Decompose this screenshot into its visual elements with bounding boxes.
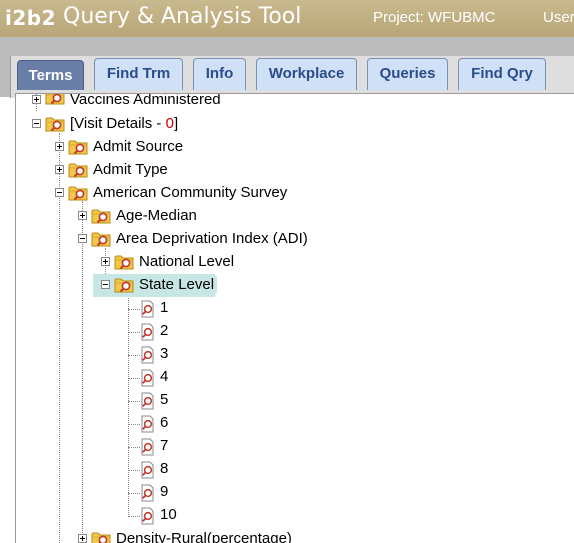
tree-node-vaccines[interactable]: Vaccines Administered — [67, 93, 224, 110]
tree-node-visit-details[interactable]: [Visit Details - 0] — [67, 114, 181, 134]
tab-queries[interactable]: Queries — [367, 58, 448, 90]
user-label[interactable]: User — [543, 9, 574, 26]
node-label: Admit Source — [93, 138, 184, 155]
tree-node-admit-source[interactable]: Admit Source — [90, 137, 186, 157]
tab-workplace[interactable]: Workplace — [256, 58, 357, 90]
expand-icon[interactable] — [78, 211, 87, 220]
folder-search-icon — [114, 276, 136, 294]
leaf-search-icon — [139, 438, 155, 456]
leaf-search-icon — [139, 300, 155, 318]
expand-icon[interactable] — [101, 257, 110, 266]
tree-leaf-10[interactable]: 10 — [157, 505, 180, 525]
leaf-label: 2 — [160, 322, 169, 339]
terms-panel: Terms Find Trm Info Workplace Queries Fi… — [10, 56, 574, 98]
tree-leaf-7[interactable]: 7 — [157, 436, 171, 456]
node-count: 0 — [165, 115, 174, 132]
tree-node-age-median[interactable]: Age-Median — [113, 206, 200, 226]
node-label: Admit Type — [93, 161, 168, 178]
folder-search-icon — [68, 161, 90, 179]
collapse-icon[interactable] — [55, 188, 64, 197]
node-label: Vaccines Administered — [70, 93, 221, 108]
tree-leaf-4[interactable]: 4 — [157, 367, 171, 387]
project-label: Project: WFUBMC — [373, 9, 496, 26]
leaf-search-icon — [139, 369, 155, 387]
leaf-label: 3 — [160, 345, 169, 362]
tree-line — [82, 201, 83, 543]
folder-search-icon — [114, 253, 136, 271]
ontology-tree[interactable]: Vaccines Administered [Visit Details - 0… — [15, 93, 574, 543]
expand-icon[interactable] — [32, 95, 41, 104]
leaf-search-icon — [139, 507, 155, 525]
tree-node-national-level[interactable]: National Level — [136, 252, 237, 272]
tree-leaf-2[interactable]: 2 — [157, 321, 171, 341]
leaf-label: 8 — [160, 460, 169, 477]
tree-leaf-6[interactable]: 6 — [157, 413, 171, 433]
tree-leaf-8[interactable]: 8 — [157, 459, 171, 479]
folder-search-icon — [68, 138, 90, 156]
leaf-search-icon — [139, 415, 155, 433]
tab-find-queries[interactable]: Find Qry — [458, 58, 546, 90]
folder-search-icon — [45, 115, 67, 133]
folder-search-icon — [45, 93, 67, 106]
node-label: State Level — [136, 276, 218, 293]
leaf-search-icon — [139, 392, 155, 410]
folder-search-icon — [68, 184, 90, 202]
node-label: National Level — [139, 253, 235, 270]
leaf-label: 1 — [160, 299, 169, 316]
node-label: Age-Median — [116, 207, 197, 224]
node-label: Density-Rural(percentage) — [116, 530, 292, 543]
tab-info[interactable]: Info — [193, 58, 246, 90]
leaf-label: 4 — [160, 368, 169, 385]
node-label: American Community Survey — [93, 184, 288, 201]
tree-node-state-level[interactable]: State Level — [136, 275, 218, 295]
collapse-icon[interactable] — [32, 119, 41, 128]
folder-search-icon — [91, 207, 113, 225]
app-logo: i2b2 — [5, 6, 57, 30]
leaf-label: 6 — [160, 414, 169, 431]
leaf-label: 5 — [160, 391, 169, 408]
tree-leaf-9[interactable]: 9 — [157, 482, 171, 502]
leaf-label: 9 — [160, 483, 169, 500]
tree-node-acs[interactable]: American Community Survey — [90, 183, 290, 203]
leaf-label: 10 — [160, 506, 177, 523]
tab-find-terms[interactable]: Find Trm — [94, 58, 183, 90]
leaf-label: 7 — [160, 437, 169, 454]
tree-leaf-1[interactable]: 1 — [157, 298, 171, 318]
tree-leaf-3[interactable]: 3 — [157, 344, 171, 364]
expand-icon[interactable] — [55, 165, 64, 174]
tab-terms[interactable]: Terms — [17, 60, 84, 90]
expand-icon[interactable] — [55, 142, 64, 151]
leaf-search-icon — [139, 346, 155, 364]
tree-node-adi[interactable]: Area Deprivation Index (ADI) — [113, 229, 311, 249]
folder-search-icon — [91, 530, 113, 543]
node-label: [Visit Details - — [70, 115, 166, 132]
tree-leaf-5[interactable]: 5 — [157, 390, 171, 410]
node-label: Area Deprivation Index (ADI) — [116, 230, 308, 247]
leaf-search-icon — [139, 484, 155, 502]
leaf-search-icon — [139, 323, 155, 341]
node-label-suffix: ] — [173, 115, 179, 132]
collapse-icon[interactable] — [78, 234, 87, 243]
leaf-search-icon — [139, 461, 155, 479]
tree-node-admit-type[interactable]: Admit Type — [90, 160, 171, 180]
folder-search-icon — [91, 230, 113, 248]
tree-node-density-rural[interactable]: Density-Rural(percentage) — [113, 529, 295, 543]
app-title: Query & Analysis Tool — [63, 4, 302, 29]
app-header: i2b2 Query & Analysis Tool Project: WFUB… — [0, 0, 574, 37]
tree-line — [128, 294, 129, 515]
collapse-icon[interactable] — [101, 280, 110, 289]
